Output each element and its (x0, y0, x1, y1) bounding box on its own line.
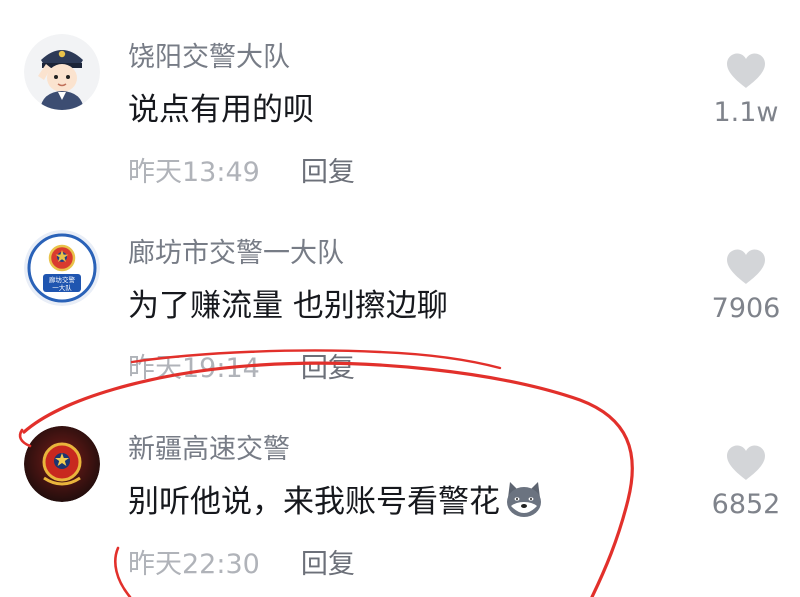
police-officer-avatar-icon (24, 34, 100, 110)
like-count: 6852 (711, 489, 781, 520)
like-count: 7906 (711, 293, 781, 324)
comment-item: 饶阳交警大队 说点有用的呗 昨天13:49 回复 1.1w (0, 0, 800, 190)
like-button[interactable]: 6852 (700, 444, 792, 522)
comment-text: 为了赚流量 也别擦边聊 (128, 288, 448, 324)
comment-item: 新疆高速交警 别听他说，来我账号看警花 昨天22:30 回复 6852 (0, 392, 800, 582)
badge-caption-top: 廊坊交警 (49, 275, 76, 284)
heart-icon (727, 445, 765, 480)
comment-time: 昨天22:30 (128, 549, 260, 580)
comment-time: 昨天13:49 (128, 157, 260, 188)
heart-icon (727, 53, 765, 88)
avatar[interactable] (24, 34, 100, 110)
comment-meta: 昨天13:49 回复 (128, 154, 355, 192)
comment-meta: 昨天19:14 回复 (128, 350, 355, 388)
police-emblem-dark-icon (24, 426, 100, 502)
comment-text: 说点有用的呗 (128, 92, 314, 128)
avatar[interactable] (24, 426, 100, 502)
like-button[interactable]: 1.1w (700, 52, 792, 130)
reply-button[interactable]: 回复 (301, 350, 355, 388)
comment-item: 廊坊交警 一大队 廊坊市交警一大队 为了赚流量 也别擦边聊 昨天19:14 回复… (0, 196, 800, 386)
heart-icon (727, 249, 765, 284)
badge-caption-bottom: 一大队 (52, 283, 72, 292)
comment-time: 昨天19:14 (128, 353, 260, 384)
like-button[interactable]: 7906 (700, 248, 792, 326)
comment-text: 别听他说，来我账号看警花 (128, 480, 546, 532)
comment-list: 饶阳交警大队 说点有用的呗 昨天13:49 回复 1.1w 廊坊交警 一大队 廊… (0, 0, 800, 597)
comment-username[interactable]: 饶阳交警大队 (128, 40, 290, 76)
comment-text-content: 别听他说，来我账号看警花 (128, 484, 500, 520)
avatar[interactable]: 廊坊交警 一大队 (24, 230, 100, 306)
doge-emoji-icon (502, 480, 546, 532)
comment-username[interactable]: 新疆高速交警 (128, 432, 290, 468)
comment-meta: 昨天22:30 回复 (128, 546, 355, 584)
reply-button[interactable]: 回复 (301, 154, 355, 192)
like-count: 1.1w (713, 97, 779, 128)
reply-button[interactable]: 回复 (301, 546, 355, 584)
comment-username[interactable]: 廊坊市交警一大队 (128, 236, 344, 272)
police-emblem-badge-icon: 廊坊交警 一大队 (24, 230, 100, 306)
